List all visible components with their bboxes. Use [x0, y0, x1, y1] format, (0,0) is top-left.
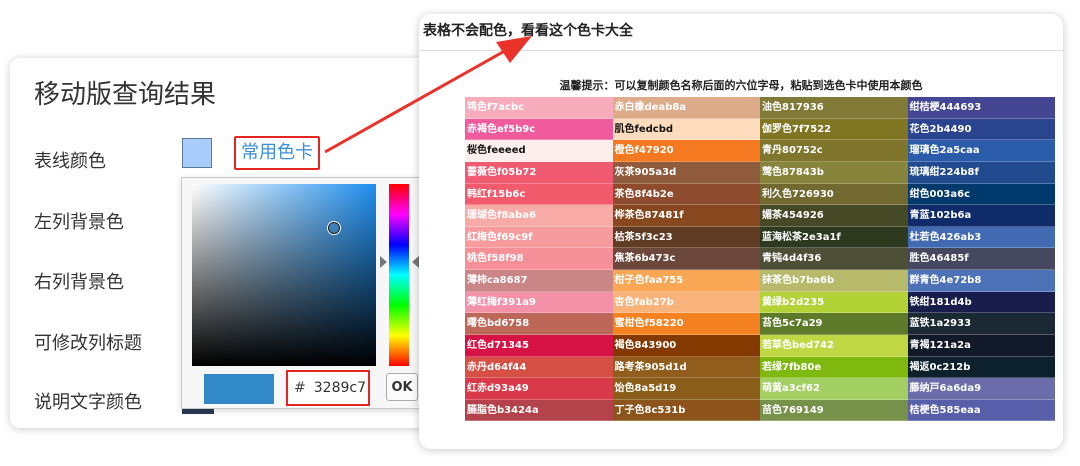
color-cell[interactable]: 珊瑚色f8aba6: [465, 205, 613, 227]
ok-button[interactable]: OK: [386, 373, 418, 401]
hue-slider-left-arrow-icon[interactable]: [380, 256, 387, 268]
color-chart-card: 表格不会配色，看看这个色卡大全 温馨提示：可以复制颜色名称后面的六位字母，粘贴到…: [419, 14, 1063, 449]
color-cell[interactable]: 灰茶905a3d: [612, 161, 760, 184]
color-cell[interactable]: 藤纳戸6a6da9: [907, 378, 1055, 400]
color-cell[interactable]: 抹茶色b7ba6b: [760, 270, 908, 292]
color-cell[interactable]: 利久色726930: [760, 183, 908, 206]
color-cell[interactable]: 赤褐色ef5b9c: [465, 118, 613, 141]
color-cell[interactable]: 蜜柑色f58220: [612, 313, 760, 335]
color-cell[interactable]: 红梅色f69c9f: [465, 226, 613, 249]
color-grid: 鸨色f7acbc 赤白橡deab8a 油色817936 绀桔梗444693 赤褐色ef5…: [465, 97, 1055, 443]
color-cell[interactable]: 琉璃绀224b8f: [907, 161, 1055, 184]
color-cell[interactable]: 青褐121a2a: [907, 334, 1055, 357]
color-cell[interactable]: 青蓝102b6a: [907, 205, 1055, 227]
color-cell[interactable]: 枯茶5f3c23: [612, 226, 760, 249]
color-cell[interactable]: 桃色f58f98: [465, 248, 613, 270]
color-cell[interactable]: 伽罗色7f7522: [760, 118, 908, 141]
color-cell[interactable]: 群青色4e72b8: [907, 270, 1055, 292]
color-cell[interactable]: 若绿7fb80e: [760, 356, 908, 379]
table-line-color-swatch[interactable]: [182, 138, 212, 168]
mobile-result-settings-card: 移动版查询结果 表线颜色 左列背景色 右列背景色 可修改列标题 说明文字颜色 常…: [10, 58, 450, 428]
color-cell[interactable]: 莺色87843b: [760, 161, 908, 184]
color-cell[interactable]: 杜若色426ab3: [907, 226, 1055, 249]
color-cell[interactable]: 焦茶6b473c: [612, 248, 760, 270]
hex-input-box[interactable]: #: [286, 370, 370, 406]
color-cell[interactable]: 铁绀181d4b: [907, 291, 1055, 314]
color-cell[interactable]: 蔷薇色f05b72: [465, 161, 613, 184]
sv-handle[interactable]: [328, 222, 340, 234]
hash-symbol: #: [294, 380, 306, 396]
color-cell[interactable]: 赤白橡deab8a: [612, 97, 760, 119]
left-column-bg-label: 左列背景色: [34, 212, 124, 233]
color-cell[interactable]: 丁子色8c531b: [612, 399, 760, 422]
color-cell[interactable]: 萌黄a3cf62: [760, 378, 908, 400]
color-cell[interactable]: 桔梗色585eaa: [907, 399, 1055, 422]
color-cell[interactable]: 褐返0c212b: [907, 356, 1055, 379]
common-color-chart-link[interactable]: 常用色卡: [234, 136, 320, 170]
color-cell[interactable]: 茶色8f4b2e: [612, 183, 760, 206]
color-cell[interactable]: 杏色fab27b: [612, 291, 760, 314]
color-cell[interactable]: 花色2b4490: [907, 118, 1055, 141]
color-cell[interactable]: 绀桔梗444693: [907, 97, 1055, 119]
color-cell[interactable]: 胜色46485f: [907, 248, 1055, 270]
color-cell[interactable]: 曙色bd6758: [465, 313, 613, 335]
color-cell[interactable]: 橙色f47920: [612, 140, 760, 162]
table-line-color-label: 表线颜色: [34, 151, 106, 172]
color-cell[interactable]: 若草色bed742: [760, 334, 908, 357]
color-cell[interactable]: 蓝铁1a2933: [907, 313, 1055, 335]
color-cell[interactable]: 媚茶454926: [760, 205, 908, 227]
color-cell[interactable]: 桦茶色87481f: [612, 205, 760, 227]
color-chart-title: 表格不会配色，看看这个色卡大全: [423, 23, 633, 39]
color-cell[interactable]: 红赤d93a49: [465, 378, 613, 400]
color-cell[interactable]: 饴色8a5d19: [612, 378, 760, 400]
hue-slider[interactable]: [389, 184, 409, 366]
editable-column-title-label: 可修改列标题: [34, 333, 142, 354]
color-cell[interactable]: 黄绿b2d235: [760, 291, 908, 314]
color-cell[interactable]: 蓝海松茶2e3a1f: [760, 226, 908, 249]
saturation-value-area[interactable]: [192, 184, 376, 366]
hex-color-input[interactable]: [308, 376, 366, 400]
tip-text: 温馨提示：可以复制颜色名称后面的六位字母，粘贴到选色卡中使用本颜色: [559, 79, 923, 92]
color-cell[interactable]: 柑子色faa755: [612, 270, 760, 292]
color-cell[interactable]: 青丹80752c: [760, 140, 908, 162]
color-cell[interactable]: 苔色5c7a29: [760, 313, 908, 335]
color-cell[interactable]: 青钝4d4f36: [760, 248, 908, 270]
right-column-bg-label: 右列背景色: [34, 272, 124, 293]
color-cell[interactable]: 薄红梅f391a9: [465, 291, 613, 314]
color-cell[interactable]: 桜色feeeed: [465, 140, 613, 162]
color-cell[interactable]: 苗色769149: [760, 399, 908, 422]
color-cell[interactable]: 鸨色f7acbc: [465, 97, 613, 119]
color-cell[interactable]: 路考茶905d1d: [612, 356, 760, 379]
color-cell[interactable]: 韩红f15b6c: [465, 183, 613, 206]
hue-slider-right-arrow-icon[interactable]: [412, 256, 419, 268]
color-cell[interactable]: 瑠璃色2a5caa: [907, 140, 1055, 162]
color-cell[interactable]: 赤丹d64f44: [465, 356, 613, 379]
color-picker-popup: # OK: [181, 177, 423, 409]
color-cell[interactable]: 薄柿ca8687: [465, 270, 613, 292]
description-text-color-label: 说明文字颜色: [34, 392, 142, 413]
color-cell[interactable]: 绀色003a6c: [907, 183, 1055, 206]
color-cell[interactable]: 褐色843900: [612, 334, 760, 357]
color-cell[interactable]: 油色817936: [760, 97, 908, 119]
color-cell[interactable]: 肌色fedcbd: [612, 118, 760, 141]
color-preview: [204, 374, 274, 404]
divider: [419, 50, 1063, 51]
color-cell[interactable]: 红色d71345: [465, 334, 613, 357]
page-title: 移动版查询结果: [34, 80, 217, 110]
color-cell[interactable]: 臙脂色b3424a: [465, 399, 613, 422]
